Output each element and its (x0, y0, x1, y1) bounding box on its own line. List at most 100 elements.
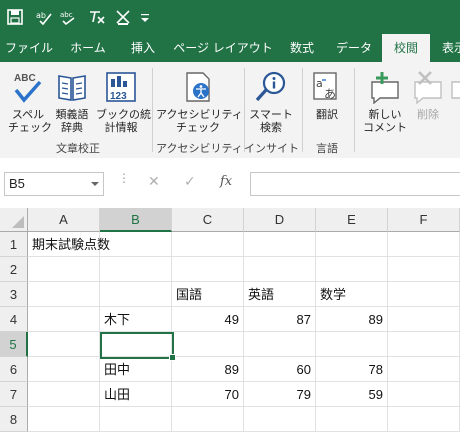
name-box[interactable]: B5 (4, 172, 104, 196)
cell-f5[interactable] (388, 332, 460, 357)
cell-e6[interactable]: 78 (316, 357, 388, 382)
cell-a5[interactable] (28, 332, 100, 357)
cell-b3[interactable] (100, 282, 172, 307)
cell-a6[interactable] (28, 357, 100, 382)
customize-qat-icon[interactable] (140, 8, 150, 26)
cell-b6[interactable]: 田中 (100, 357, 172, 382)
insert-function-icon[interactable]: fx (220, 174, 232, 189)
formula-input[interactable] (250, 172, 460, 196)
cell-e1[interactable] (316, 232, 388, 257)
cell-a4[interactable] (28, 307, 100, 332)
cell-d8[interactable] (244, 407, 316, 432)
column-header-e[interactable]: E (316, 208, 388, 232)
column-header-b[interactable]: B (100, 208, 172, 232)
cell-c1[interactable] (172, 232, 244, 257)
cell-d5[interactable] (244, 332, 316, 357)
row-header-4[interactable]: 4 (0, 307, 28, 332)
spelling-button[interactable]: ABC スペル チェック (8, 70, 52, 134)
cell-f4[interactable] (388, 307, 460, 332)
cell-b2[interactable] (100, 257, 172, 282)
cell-d6[interactable]: 60 (244, 357, 316, 382)
tab-page-layout[interactable]: ページ レイアウト (168, 34, 278, 62)
cell-c2[interactable] (172, 257, 244, 282)
cell-e5[interactable] (316, 332, 388, 357)
group-separator (354, 68, 355, 152)
translate-button[interactable]: a あ 翻訳 (306, 70, 348, 121)
row-header-8[interactable]: 8 (0, 407, 28, 432)
save-icon[interactable] (6, 8, 24, 26)
cell-e4[interactable]: 89 (316, 307, 388, 332)
new-comment-button[interactable]: 新しい コメント (360, 70, 410, 134)
cell-c3[interactable]: 国語 (172, 282, 244, 307)
cancel-icon[interactable]: ✕ (148, 174, 160, 190)
smart-lookup-button[interactable]: スマート 検索 (246, 70, 296, 134)
smart-lookup-label-1: スマート (249, 108, 293, 121)
cell-c4[interactable]: 49 (172, 307, 244, 332)
tab-data[interactable]: データ (326, 34, 382, 62)
cell-b1[interactable] (100, 232, 172, 257)
previous-comment-button[interactable] (448, 70, 460, 108)
delete-comment-button[interactable]: 削除 (410, 70, 446, 121)
cell-f7[interactable] (388, 382, 460, 407)
cell-e2[interactable] (316, 257, 388, 282)
row-header-6[interactable]: 6 (0, 357, 28, 382)
thesaurus-label-2: 辞典 (61, 121, 83, 134)
workbook-statistics-button[interactable]: 123 ブックの統 計情報 (96, 70, 151, 134)
accessibility-check-icon (186, 72, 210, 102)
check-accessibility-button[interactable]: アクセシビリティ チェック (156, 70, 243, 134)
cell-e3[interactable]: 数学 (316, 282, 388, 307)
chevron-down-icon[interactable] (91, 182, 99, 186)
tab-view[interactable]: 表示 (430, 34, 460, 62)
column-header-c[interactable]: C (172, 208, 244, 232)
cell-a7[interactable] (28, 382, 100, 407)
cell-d4[interactable]: 87 (244, 307, 316, 332)
tab-file[interactable]: ファイル (0, 34, 58, 62)
cell-b7[interactable]: 山田 (100, 382, 172, 407)
worksheet-grid: A B C D E F 1 2 3 4 5 6 7 8 期末試験点数国語 英語 数学… (0, 208, 460, 432)
cell-a8[interactable] (28, 407, 100, 432)
cell-a1[interactable]: 期末試験点数 (28, 232, 110, 257)
cell-c8[interactable] (172, 407, 244, 432)
enter-icon[interactable]: ✓ (184, 174, 196, 190)
cell-d7[interactable]: 79 (244, 382, 316, 407)
accessibility-label-2: チェック (176, 121, 220, 134)
row-header-2[interactable]: 2 (0, 257, 28, 282)
cell-b5[interactable] (100, 332, 172, 357)
abc-check-icon[interactable]: abc (60, 8, 78, 26)
tab-home[interactable]: ホーム (58, 34, 118, 62)
cell-f8[interactable] (388, 407, 460, 432)
cell-f2[interactable] (388, 257, 460, 282)
cell-a3[interactable] (28, 282, 100, 307)
tab-formulas[interactable]: 数式 (278, 34, 326, 62)
cell-d2[interactable] (244, 257, 316, 282)
select-all-triangle-icon (12, 216, 24, 228)
cell-a2[interactable] (28, 257, 100, 282)
spelling-check-icon[interactable]: ab (35, 8, 53, 26)
workbook-statistics-label-1: ブックの統 (96, 108, 151, 121)
cell-d1[interactable] (244, 232, 316, 257)
cell-c5[interactable] (172, 332, 244, 357)
row-header-5[interactable]: 5 (0, 332, 28, 357)
column-header-a[interactable]: A (28, 208, 100, 232)
cell-c6[interactable]: 89 (172, 357, 244, 382)
clear-formatting-icon[interactable] (88, 8, 106, 26)
cell-f6[interactable] (388, 357, 460, 382)
row-header-1[interactable]: 1 (0, 232, 28, 257)
cell-c7[interactable]: 70 (172, 382, 244, 407)
column-header-d[interactable]: D (244, 208, 316, 232)
cell-d3[interactable]: 英語 (244, 282, 316, 307)
highlight-icon[interactable] (114, 8, 132, 26)
cell-e8[interactable] (316, 407, 388, 432)
thesaurus-button[interactable]: 類義語 辞典 (50, 70, 94, 134)
cell-f3[interactable] (388, 282, 460, 307)
cell-b4[interactable]: 木下 (100, 307, 172, 332)
row-header-7[interactable]: 7 (0, 382, 28, 407)
cell-f1[interactable] (388, 232, 460, 257)
cell-b8[interactable] (100, 407, 172, 432)
row-header-3[interactable]: 3 (0, 282, 28, 307)
select-all-corner[interactable] (0, 208, 28, 232)
column-header-f[interactable]: F (388, 208, 460, 232)
cell-e7[interactable]: 59 (316, 382, 388, 407)
tab-insert[interactable]: 挿入 (118, 34, 168, 62)
tab-review[interactable]: 校閲 (382, 34, 430, 62)
